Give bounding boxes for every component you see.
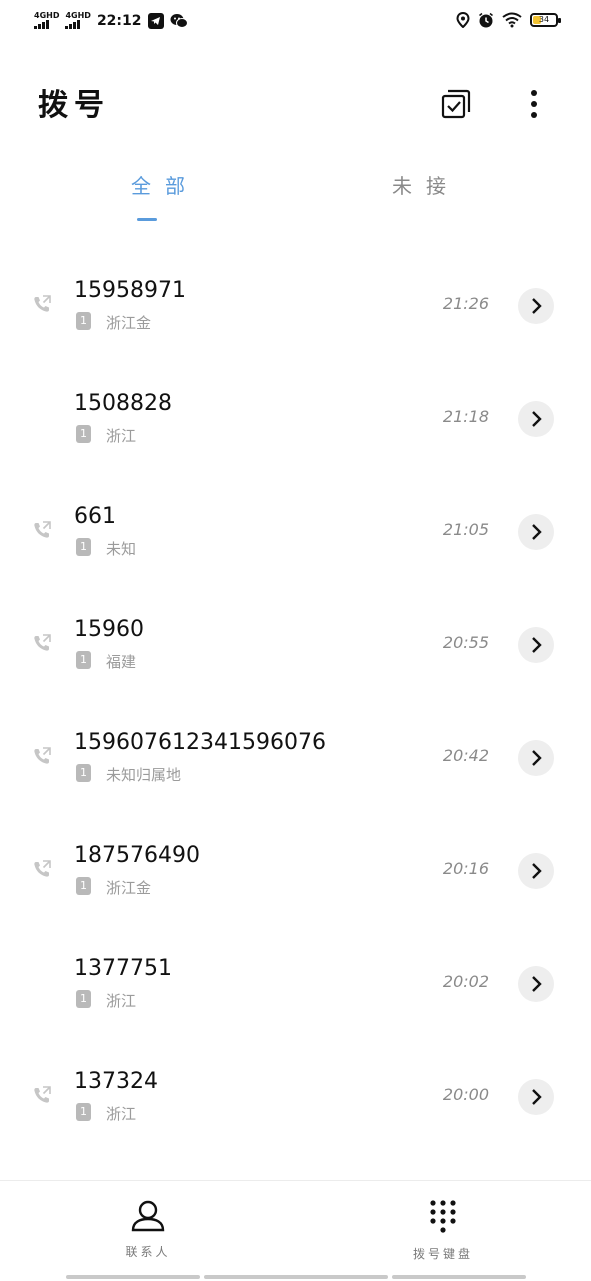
phone-number: 1377751 [74,956,172,981]
outgoing-call-icon [34,747,51,764]
call-log-row[interactable]: 1508828 1 浙江 21:18 [0,363,591,475]
call-log-row[interactable]: 15960 1 福建 20:55 [0,589,591,701]
sim-1-badge: 1 [76,764,91,782]
call-location: 浙江 [106,1105,137,1123]
gesture-bar [0,1275,591,1279]
chevron-right-icon [532,524,542,540]
status-right: 34 [456,12,561,28]
call-detail-button[interactable] [518,514,554,550]
call-time: 20:42 [442,746,489,765]
location-icon [456,12,470,28]
chevron-right-icon [532,411,542,427]
phone-number: 137324 [74,1069,158,1094]
sim-1-badge: 1 [76,877,91,895]
chevron-right-icon [532,1089,542,1105]
signal-2: 4GHD [65,11,91,29]
signal-1: 4GHD [34,12,59,29]
call-detail-button[interactable] [518,288,554,324]
nav-dialpad-label: 拨号键盘 [412,1247,473,1261]
call-log-row[interactable]: 187576490 1 浙江金 20:16 [0,815,591,927]
nav-contacts-label: 联系人 [125,1245,171,1259]
call-log-row[interactable]: 137324 1 浙江 20:00 [0,1041,591,1153]
sim-1-badge: 1 [76,651,91,669]
sim-1-badge: 1 [76,990,91,1008]
more-vertical-icon [531,90,537,118]
call-log-row[interactable]: 15958971 1 浙江金 21:26 [0,250,591,362]
call-detail-button[interactable] [518,627,554,663]
status-left: 4GHD 4GHD 22:12 [34,12,188,29]
call-location: 浙江金 [106,314,152,332]
sim-1-badge: 1 [76,425,91,443]
phone-number: 15958971 [74,278,186,303]
sim-1-badge: 1 [76,1103,91,1121]
phone-number: 159607612341596076 [74,730,326,755]
chevron-right-icon [532,750,542,766]
battery-icon: 34 [530,13,561,27]
signal-bars-icon [34,20,49,29]
chevron-right-icon [532,637,542,653]
outgoing-call-icon [34,860,51,877]
call-log-row[interactable]: 1377751 1 浙江 20:02 [0,928,591,1040]
network-label: 4GHD [65,11,91,20]
outgoing-call-icon [34,1086,51,1103]
header: 拨号 [0,70,591,130]
multi-select-button[interactable] [436,84,476,124]
chevron-right-icon [532,976,542,992]
call-location: 福建 [106,653,137,671]
phone-number: 661 [74,504,116,529]
call-location: 浙江金 [106,879,152,897]
call-time: 21:18 [442,407,489,426]
chevron-right-icon [532,298,542,314]
dialpad-icon [430,1200,456,1233]
phone-number: 1508828 [74,391,172,416]
telegram-icon [147,12,164,29]
phone-number: 187576490 [74,843,200,868]
sim-1-badge: 1 [76,538,91,556]
call-time: 21:05 [442,520,489,539]
page-title: 拨号 [38,88,110,123]
call-location: 浙江 [106,992,137,1010]
tab-all[interactable]: 全部 [95,170,235,199]
battery-level: 34 [538,15,550,24]
signal-bars-icon [65,20,81,29]
network-label: 4GHD [34,11,60,20]
alarm-icon [479,12,493,28]
call-filter-tabs: 全部 未接 [0,160,591,224]
outgoing-call-icon [34,295,51,312]
call-time: 20:02 [442,972,489,991]
call-detail-button[interactable] [518,966,554,1002]
call-location: 未知归属地 [106,766,182,784]
nav-dialpad[interactable]: 拨号键盘 [383,1199,503,1262]
nav-contacts[interactable]: 联系人 [88,1199,208,1260]
call-log-row[interactable]: 159607612341596076 1 未知归属地 20:42 [0,702,591,814]
wifi-icon [502,12,522,28]
multi-select-icon [441,89,471,119]
call-detail-button[interactable] [518,740,554,776]
call-time: 20:00 [442,1085,489,1104]
bottom-nav: 联系人 拨号键盘 [0,1180,591,1281]
sim-1-badge: 1 [76,312,91,330]
outgoing-call-icon [34,521,51,538]
call-detail-button[interactable] [518,853,554,889]
call-detail-button[interactable] [518,401,554,437]
call-location: 浙江 [106,427,137,445]
call-location: 未知 [106,540,137,558]
outgoing-call-icon [34,634,51,651]
phone-number: 15960 [74,617,144,642]
call-time: 20:55 [442,633,489,652]
more-options-button[interactable] [514,84,554,124]
wechat-icon [170,13,188,28]
status-bar: 4GHD 4GHD 22:12 34 [0,0,591,46]
clock: 22:12 [96,12,142,29]
person-icon [131,1200,165,1232]
call-detail-button[interactable] [518,1079,554,1115]
call-time: 20:16 [442,859,489,878]
call-time: 21:26 [442,294,489,313]
chevron-right-icon [532,863,542,879]
call-log-row[interactable]: 661 1 未知 21:05 [0,476,591,588]
tab-indicator [137,218,157,221]
tab-missed[interactable]: 未接 [356,170,496,199]
